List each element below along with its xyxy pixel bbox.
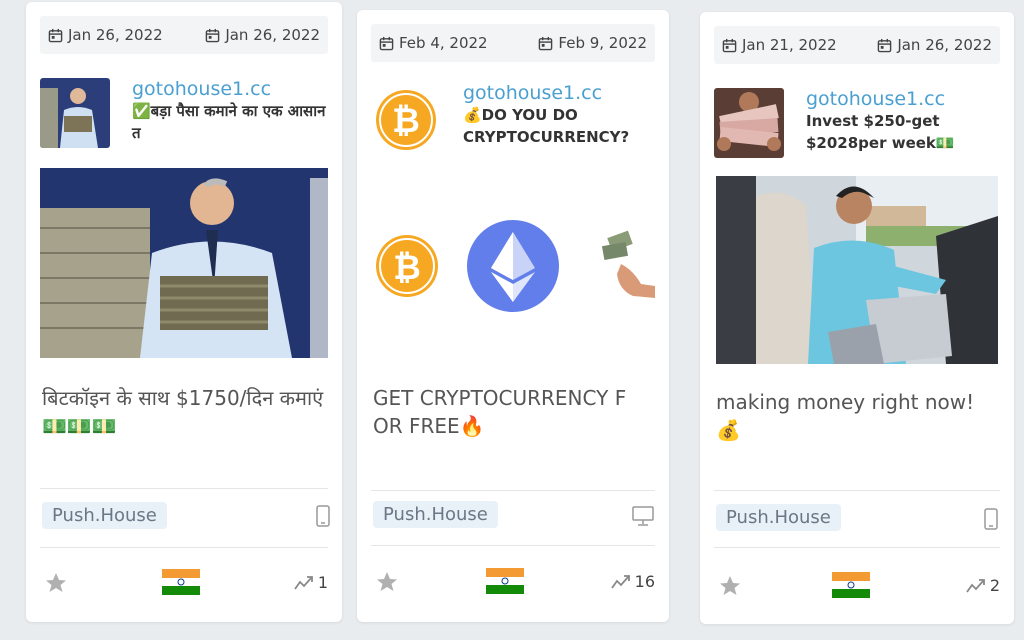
date-range: Jan 26, 2022 Jan 26, 2022 xyxy=(40,16,328,54)
clicks-count: 16 xyxy=(634,572,655,591)
india-flag-icon xyxy=(162,569,200,595)
ad-card[interactable]: Jan 26, 2022 Jan 26, 2022 gotohouse1.cc … xyxy=(26,2,342,622)
calendar-icon xyxy=(379,36,394,50)
ad-main-image: ₿ xyxy=(371,210,657,330)
ad-domain[interactable]: gotohouse1.cc xyxy=(463,82,659,104)
ad-title: 💰DO YOU DO CRYPTOCURRENCY? xyxy=(463,106,630,146)
star-icon[interactable] xyxy=(718,574,742,598)
network-tag[interactable]: Push.House xyxy=(42,502,167,529)
end-date: Jan 26, 2022 xyxy=(897,36,992,54)
star-icon[interactable] xyxy=(375,570,399,594)
bitcoin-icon: ₿ xyxy=(371,82,441,152)
network-tag[interactable]: Push.House xyxy=(373,501,498,528)
calendar-icon xyxy=(722,38,737,52)
trend-icon xyxy=(294,575,313,590)
svg-text:₿: ₿ xyxy=(393,249,421,287)
ad-domain[interactable]: gotohouse1.cc xyxy=(132,78,332,100)
calendar-icon xyxy=(539,36,553,50)
ad-icon-image xyxy=(40,78,110,148)
mobile-icon xyxy=(316,505,330,527)
mobile-icon xyxy=(984,508,998,530)
ad-title: Invest $250-get $2028per week💵 xyxy=(806,112,955,152)
ad-header: gotohouse1.cc ✅बड़ा पैसा कमाने का एक आसा… xyxy=(40,78,332,152)
desktop-icon xyxy=(632,506,654,526)
end-date: Feb 9, 2022 xyxy=(558,34,647,52)
calendar-icon xyxy=(878,38,892,52)
ad-header: ₿ gotohouse1.cc 💰DO YOU DO CRYPTOCURRENC… xyxy=(371,82,659,156)
ad-header: gotohouse1.cc Invest $250-get $2028per w… xyxy=(714,88,1004,162)
divider xyxy=(40,547,328,548)
india-flag-icon xyxy=(486,568,524,594)
india-flag-icon xyxy=(832,572,870,598)
star-icon[interactable] xyxy=(44,571,68,595)
trend-icon xyxy=(966,578,985,593)
ad-title: ✅बड़ा पैसा कमाने का एक आसान त xyxy=(132,102,326,142)
divider xyxy=(714,490,1000,491)
ad-footer: 16 xyxy=(371,564,655,604)
divider xyxy=(40,488,328,489)
start-date: Jan 21, 2022 xyxy=(742,36,837,54)
trend-icon xyxy=(610,574,630,589)
date-range: Feb 4, 2022 Feb 9, 2022 xyxy=(371,24,655,62)
clicks-count: 2 xyxy=(989,576,1000,595)
start-date: Jan 26, 2022 xyxy=(68,26,163,44)
network-tag[interactable]: Push.House xyxy=(716,504,841,531)
clicks-count: 1 xyxy=(317,573,328,592)
ad-footer: 2 xyxy=(714,568,1000,608)
ad-main-image xyxy=(40,168,328,358)
ad-main-image xyxy=(716,176,998,364)
ad-icon-image xyxy=(714,88,784,158)
svg-text:₿: ₿ xyxy=(392,102,420,140)
divider xyxy=(371,545,655,546)
calendar-icon xyxy=(206,28,220,42)
ad-description: GET CRYPTOCURRENCY F OR FREE🔥 xyxy=(373,386,627,438)
start-date: Feb 4, 2022 xyxy=(399,34,488,52)
ad-footer: 1 xyxy=(40,565,328,605)
ad-card[interactable]: Jan 21, 2022 Jan 26, 2022 gotohouse1.cc xyxy=(700,12,1014,624)
divider xyxy=(371,490,655,491)
ad-card[interactable]: Feb 4, 2022 Feb 9, 2022 ₿ gotohouse1.cc … xyxy=(357,10,669,622)
end-date: Jan 26, 2022 xyxy=(225,26,320,44)
calendar-icon xyxy=(48,28,63,42)
ad-description: बिटकॉइन के साथ $1750/दिन कमाएं 💵💵💵 xyxy=(42,386,324,438)
ad-domain[interactable]: gotohouse1.cc xyxy=(806,88,1004,110)
ad-description: making money right now! 💰 xyxy=(716,390,975,442)
date-range: Jan 21, 2022 Jan 26, 2022 xyxy=(714,26,1000,64)
divider xyxy=(714,547,1000,548)
